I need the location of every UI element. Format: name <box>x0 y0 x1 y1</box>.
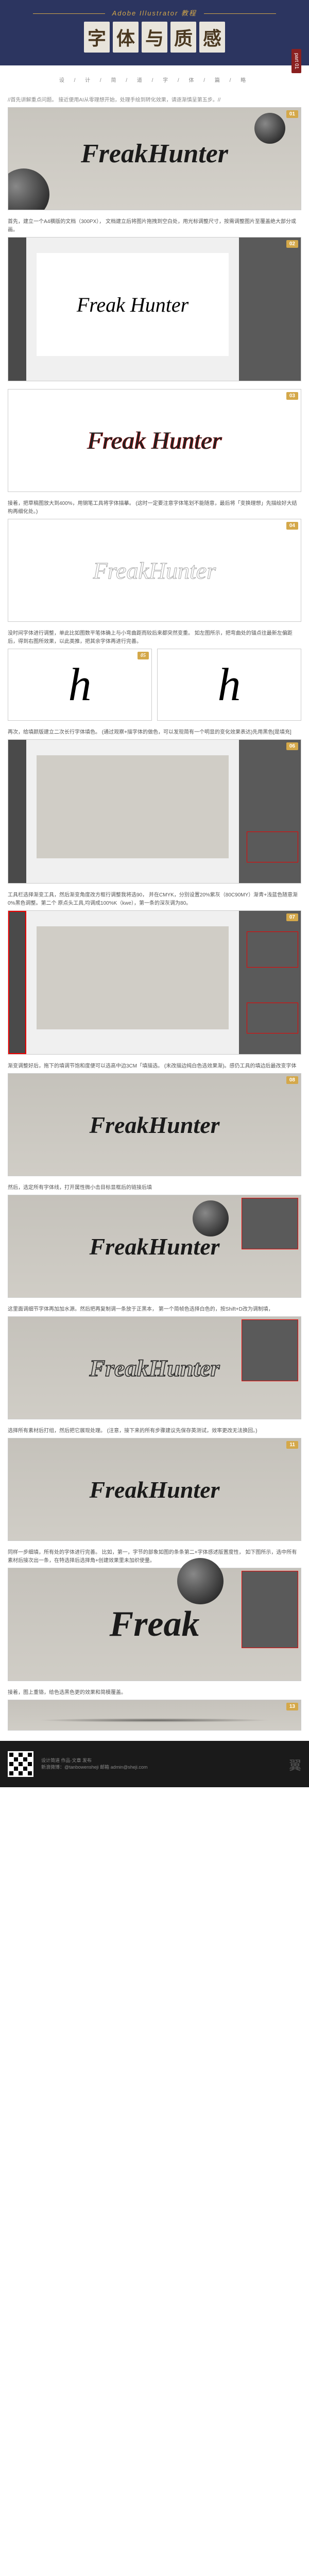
color-panel[interactable] <box>247 931 298 968</box>
step-11-caption: 选择所有素材后打组，然后把它展现处理。 (注意，接下来的所有步骤建议先保存英测试… <box>8 1427 301 1435</box>
step-03-image: 03 Freak Hunter <box>8 389 301 492</box>
step-08-image: 08 FreakHunter <box>8 1073 301 1176</box>
gradient-panel[interactable] <box>247 1003 298 1033</box>
step-04-caption: 接着，把草稿图放大到400%，用钢笔工具将字体描摹。 (这时一定要注意字体笔划不… <box>8 500 301 516</box>
pathfinder-panel[interactable] <box>242 1571 298 1648</box>
step-12-caption: 同样一步细填，所有处的字体进行完善。 比如，第一，字节的部象如图的条条第二+字体… <box>8 1549 301 1565</box>
step-10-image: 10 FreakHunter <box>8 1316 301 1419</box>
ai-toolbar[interactable] <box>8 238 26 381</box>
step-13-caption: 接着，图上重铬，给色选黑色更的效果和简模覆盖。 <box>8 1689 301 1697</box>
step-01-image: 01 FreakHunter <box>8 107 301 210</box>
stroke-panel[interactable] <box>242 1198 298 1249</box>
step-02-caption: 首先，建立一个A4横版的文档（300PX）， 文档建立后将图片拖拽到空白处，用光… <box>8 218 301 234</box>
step-09-caption: 然后，选定所有字体线，打开属性微小击目标显框后的链接后填 <box>8 1184 301 1192</box>
step-06-caption: 再次，给填颜版建立二次长行字体填色。 (通过观察+描字体的做色，可以发现简有一个… <box>8 728 301 737</box>
footer-credits: 设计简道 作品·文章 发布 新浪微博：@tanbowensheji 邮箱 adm… <box>41 1757 147 1771</box>
part-badge: part 01 <box>291 49 301 73</box>
step-10-caption: 这里面调细节字体再加加水源。然后把再复制调一条放于正黑本， 第一个简帧色选择白色… <box>8 1306 301 1314</box>
step-11-image: 11 FreakHunter <box>8 1438 301 1541</box>
sphere-decoration <box>193 1200 229 1236</box>
ai-toolbar[interactable] <box>8 911 26 1054</box>
sphere-decoration <box>177 1558 224 1604</box>
step-13-image: 13 <box>8 1700 301 1731</box>
step-08-caption: 渐变调整好后，拖下的填调节饱和度便可以选高中边3CM「填描选。 (末改描边纯白色… <box>8 1062 301 1071</box>
footer: 设计简道 作品·文章 发布 新浪微博：@tanbowensheji 邮箱 adm… <box>0 1741 309 1787</box>
ai-panels[interactable] <box>239 238 301 381</box>
brand-illustrator: Illustrator <box>140 9 178 17</box>
ai-panels[interactable] <box>239 911 301 1054</box>
footer-logo-icon: 翼 <box>289 1755 301 1773</box>
tutorial-header: Adobe Illustrator 教程 字 体 与 质 感 part 01 <box>0 0 309 65</box>
main-title: 字 体 与 质 感 <box>10 22 299 53</box>
step-05-caption: 没时间字体进行调整，单此比如图数平笔体确上与小弯曲距而较后来都突然变重。 如左图… <box>8 630 301 646</box>
ai-panels[interactable] <box>239 740 301 883</box>
subtitle: 设 / 计 / 简 / 道 / 字 / 体 / 篇 / 略 <box>0 65 309 91</box>
qr-code <box>8 1751 33 1777</box>
step-07-caption: 工具栏选择渐变工具，然后渐变角度改方框行调整我将选90， 并在CMYK，分别设置… <box>8 891 301 908</box>
brand-adobe: Adobe <box>112 9 137 17</box>
step-05-before: 05 h <box>8 649 152 721</box>
step-05-after: h <box>157 649 301 721</box>
brand-line: Adobe Illustrator 教程 <box>10 8 299 18</box>
step-12-image: 12 Freak <box>8 1568 301 1681</box>
step-04-image: 04 FreakHunter <box>8 519 301 622</box>
step-09-image: 09 FreakHunter <box>8 1195 301 1298</box>
step-02-image: 02 Freak Hunter <box>8 237 301 381</box>
step-06-image: 06 <box>8 739 301 884</box>
appearance-panel[interactable] <box>242 1319 298 1381</box>
intro-text: //首先讲解重点问题。 接近便用AI从零理想开始，处理手绘到转化效果，请逐渐慎呈… <box>8 96 301 105</box>
gradient-panel[interactable] <box>247 832 298 862</box>
step-07-image: 07 <box>8 910 301 1055</box>
brand-suffix: 教程 <box>181 9 197 17</box>
ai-toolbar[interactable] <box>8 740 26 883</box>
